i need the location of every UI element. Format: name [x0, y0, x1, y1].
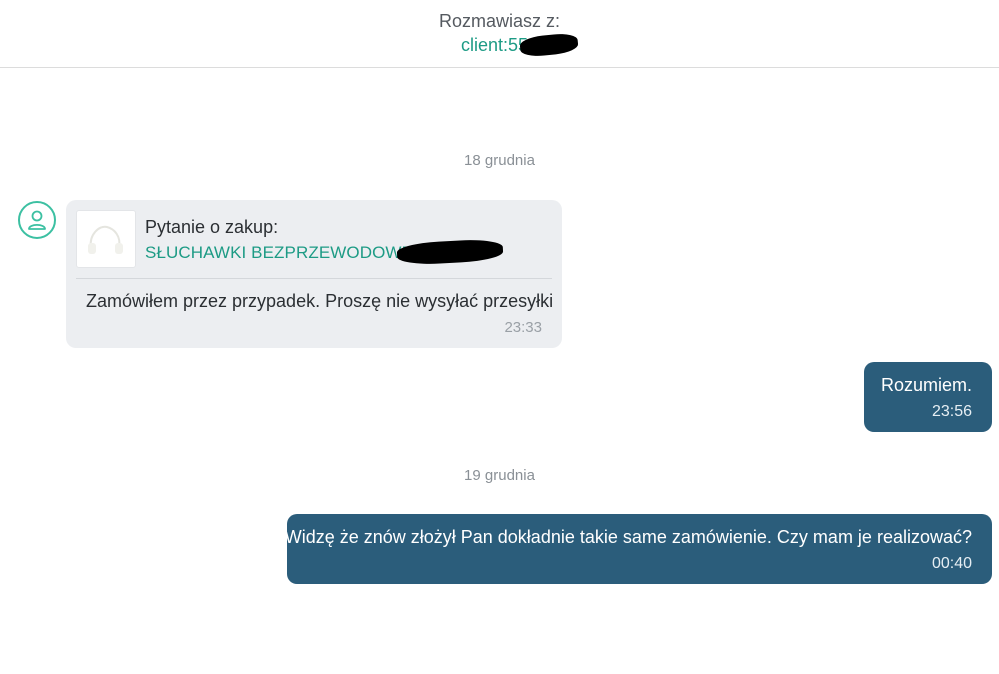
chat-header: Rozmawiasz z: client:556: [0, 0, 999, 68]
client-link[interactable]: client:556: [461, 32, 579, 58]
product-image-icon: [88, 225, 123, 254]
incoming-message: Pytanie o zakup: SŁUCHAWKI BEZPRZEWODOWE…: [66, 200, 562, 348]
product-thumbnail[interactable]: [76, 210, 136, 268]
conversation-label: Rozmawiasz z:: [438, 11, 561, 31]
user-avatar-icon: [18, 201, 56, 239]
message-text: Zamówiłem przez przypadek. Proszę nie wy…: [86, 291, 554, 311]
client-row: client:556: [0, 32, 999, 58]
product-link[interactable]: SŁUCHAWKI BEZPRZEWODOWE: [145, 243, 413, 263]
user-icon: [28, 210, 46, 230]
date-separator: 18 grudnia: [464, 152, 535, 169]
message-text: Widzę że znów złożył Pan dokładnie takie…: [284, 527, 972, 547]
product-question-label: Pytanie o zakup:: [145, 217, 279, 237]
message-time: 00:40: [931, 555, 972, 572]
divider: [76, 278, 552, 279]
date-separator: 19 grudnia: [464, 467, 535, 484]
message-text: Rozumiem.: [880, 375, 972, 395]
outgoing-message: Widzę że znów złożył Pan dokładnie takie…: [284, 514, 992, 584]
message-time: 23:56: [931, 403, 972, 420]
outgoing-message: Rozumiem. 23:56: [864, 362, 992, 432]
message-time: 23:33: [504, 319, 542, 336]
